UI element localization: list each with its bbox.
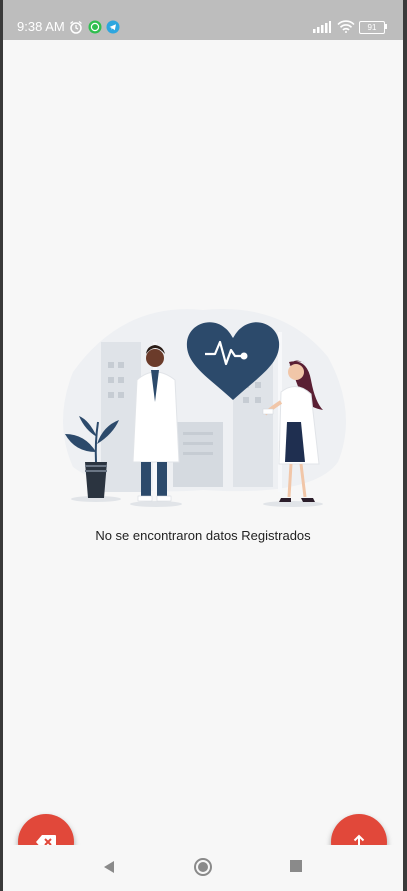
back-triangle-icon[interactable]	[101, 859, 117, 875]
recents-square-icon[interactable]	[289, 859, 303, 873]
status-time: 9:38 AM	[17, 19, 65, 34]
wifi-icon	[337, 20, 355, 33]
alarm-icon	[70, 20, 82, 34]
home-circle-icon[interactable]	[193, 857, 213, 877]
signal-icon	[313, 21, 331, 33]
whatsapp-icon	[88, 20, 102, 34]
navigation-bar	[3, 845, 403, 891]
phone-screen: 9:38 AM 91 No se encontraron datos Regis…	[3, 0, 403, 891]
empty-state-message: No se encontraron datos Registrados	[95, 528, 311, 543]
battery-icon: 91	[359, 21, 385, 34]
main-content: No se encontraron datos Registrados	[3, 40, 403, 870]
telegram-icon	[106, 20, 120, 34]
battery-level: 91	[367, 23, 377, 32]
status-bar: 9:38 AM 91	[3, 0, 403, 40]
battery-tip	[385, 24, 387, 29]
doctors-heart-illustration	[63, 308, 346, 507]
